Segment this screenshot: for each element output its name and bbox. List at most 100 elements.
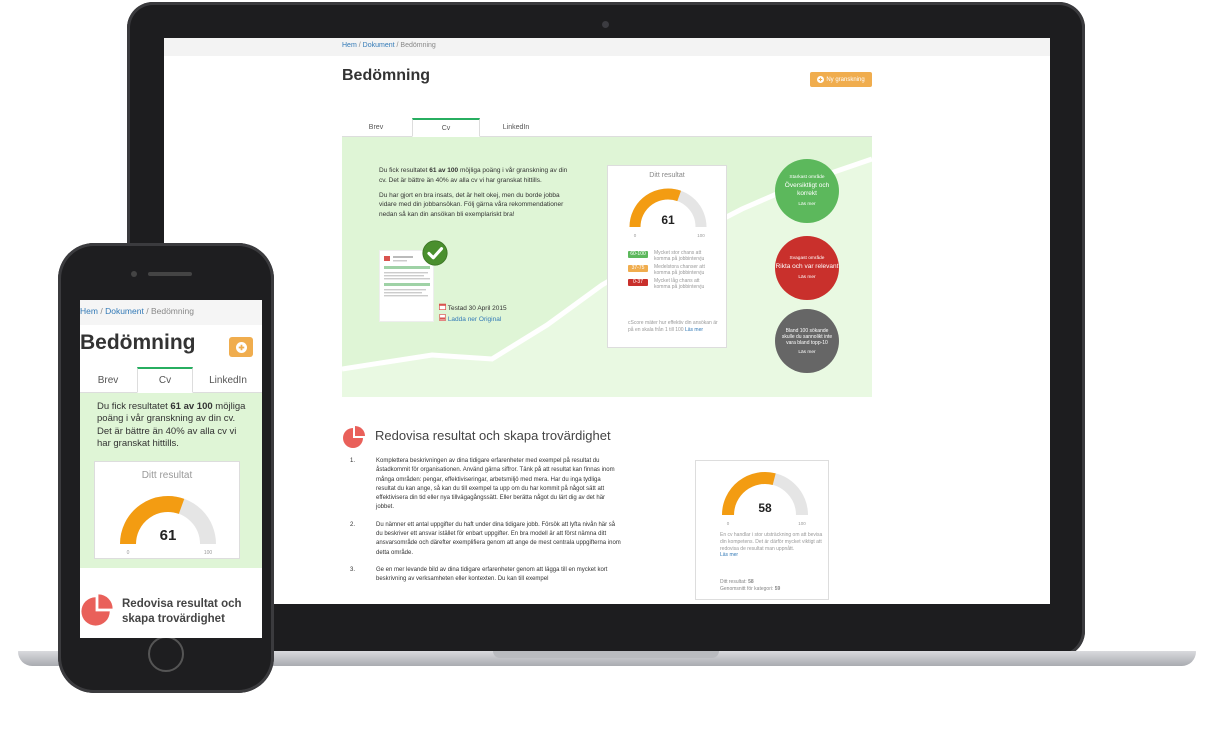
phone-screen: Hem / Dokument / Bedömning Bedömning Bre… [80,300,262,638]
legend-text-low: Mycket låg chans att komma på jobbinterv… [654,278,705,290]
tab-bar: Brev Cv LinkedIn [342,118,872,137]
weakest-area-value: Rikta och var relevant [775,263,839,271]
legend-row-high: 60-100 Mycket stor chans att komma på jo… [628,250,709,262]
pdf-icon [439,314,446,322]
pie-chart-icon [343,426,365,448]
plus-circle-icon [817,76,825,83]
cscore-read-more-link[interactable]: Läs mer [685,327,703,333]
section-title: Redovisa resultat och skapa trovärdighet [375,428,611,443]
section-gauge-max: 100 [798,521,806,526]
breadcrumb-home[interactable]: Hem [342,42,357,49]
breadcrumb-document[interactable]: Dokument [363,42,395,49]
section-score-summary: Ditt resultat: 58 Genomsnitt för kategor… [720,579,780,594]
average-score-label: Genomsnitt för kategori: [720,586,774,593]
intro-before: Du fick resultatet [379,167,428,174]
section-score-text: En cv handlar i stor utsträckning om att… [720,532,823,552]
ranking-text: Bland 100 sökande skulle du sannolikt in… [781,327,833,346]
tab-linkedin[interactable]: LinkedIn [482,118,550,137]
weakest-area-read-more[interactable]: Läs mer [798,275,815,280]
mobile-result-title: Ditt resultat [141,470,193,481]
average-score-row: Genomsnitt för kategori: 59 [720,586,780,593]
mobile-intro-score: 61 av 100 [170,401,213,412]
mobile-tab-brev[interactable]: Brev [80,367,136,393]
average-score-value: 59 [774,586,781,593]
cscore-footnote: cScore mäter hur effektiv din ansökan är… [628,320,718,333]
cscore-text: cScore mäter hur effektiv din ansökan är… [628,320,718,333]
section-score-card: 58 0 100 En cv handlar i stor utsträckni… [695,460,829,600]
list-item: 1. Komplettera beskrivningen av dina tid… [342,457,622,513]
mobile-breadcrumb-separator: / [146,306,149,316]
tab-brev[interactable]: Brev [342,118,410,137]
section-read-more-link[interactable]: Läs mer [720,552,738,558]
laptop-camera [602,21,609,28]
mobile-result-card: Ditt resultat 61 0 100 [94,461,240,559]
mobile-breadcrumb-document[interactable]: Dokument [105,306,144,316]
your-score-value: 58 [748,579,754,585]
mobile-breadcrumb-current: Bedömning [150,306,194,316]
strongest-area-label: Starkast område [789,175,825,181]
laptop-screen: Hem / Dokument / Bedömning Bedömning Ny … [164,38,1050,604]
legend-row-mid: 37-75 Medelstora chanser att komma på jo… [628,264,709,276]
mobile-tab-linkedin[interactable]: LinkedIn [194,367,262,393]
list-item-text: Du nämner ett antal uppgifter du haft un… [376,521,621,556]
ranking-read-more[interactable]: Läs mer [798,350,815,355]
document-meta: Testad 30 April 2015 Ladda ner Original [439,303,507,326]
list-item-text: Ge en mer levande bild av dina tidigare … [376,566,608,583]
section-score-description: En cv handlar i stor utsträckning om att… [720,532,824,559]
legend-badge-low: 0-37 [628,279,648,286]
list-item-text: Komplettera beskrivningen av dina tidiga… [376,458,615,511]
mobile-breadcrumb-home[interactable]: Hem [80,306,98,316]
plus-circle-icon [235,341,247,353]
list-item-number: 2. [350,521,356,528]
weakest-area-circle[interactable]: Svagast område Rikta och var relevant Lä… [775,236,839,300]
download-row: Ladda ner Original [439,314,507,325]
result-title: Ditt resultat [649,172,685,179]
list-item: 3. Ge en mer levande bild av dina tidiga… [342,566,622,585]
result-panel: Du fick resultatet 61 av 100 möjliga poä… [342,137,872,397]
mobile-breadcrumb-separator: / [100,306,103,316]
new-review-label: Ny granskning [826,76,865,83]
intro-paragraph-2: Du har gjort en bra insats, det är helt … [379,191,564,219]
phone-speaker [148,272,192,276]
section-score-gauge: 58 0 100 [722,472,808,526]
mobile-gauge-score: 61 [160,527,177,544]
mobile-result-panel: Du fick resultatet 61 av 100 möjliga poä… [80,393,262,568]
your-score-label: Ditt resultat: [720,579,747,585]
score-gauge: 61 0 100 [629,188,707,238]
gauge-score: 61 [661,213,675,227]
legend-badge-high: 60-100 [628,251,648,258]
legend-text-mid: Medelstora chanser att komma på jobbinte… [654,264,705,276]
breadcrumb-separator: / [358,42,361,49]
phone-camera [131,271,137,277]
mobile-tab-bar: Brev Cv LinkedIn [80,367,262,393]
mobile-section-title: Redovisa resultat och skapa trovärdighet [122,598,242,625]
mobile-gauge-min: 0 [127,550,130,556]
mobile-gauge-max: 100 [204,550,213,556]
tested-row: Testad 30 April 2015 [439,303,507,314]
download-original-link[interactable]: Ladda ner Original [448,316,501,323]
new-review-button[interactable]: Ny granskning [810,72,872,87]
intro-score: 61 av 100 [429,167,459,174]
legend-badge-mid: 37-75 [628,265,648,272]
breadcrumb-separator: / [396,42,399,49]
score-legend: 60-100 Mycket stor chans att komma på jo… [628,250,709,293]
gauge-min: 0 [634,233,637,238]
strongest-area-circle[interactable]: Starkast område Översiktligt och korrekt… [775,159,839,223]
strongest-area-read-more[interactable]: Läs mer [798,202,815,207]
legend-row-low: 0-37 Mycket låg chans att komma på jobbi… [628,278,709,290]
mobile-intro-text: Du fick resultatet 61 av 100 möjliga poä… [97,401,247,450]
calendar-icon [439,303,446,310]
list-item-number: 3. [350,566,356,573]
approved-check-icon [422,240,448,266]
intro-paragraph-1: Du fick resultatet 61 av 100 möjliga poä… [379,166,569,186]
result-card: Ditt resultat 61 0 100 60-100 Mycket sto… [607,165,727,348]
mobile-pie-chart-icon [81,594,113,626]
section-gauge-min: 0 [727,521,730,526]
ranking-circle[interactable]: Bland 100 sökande skulle du sannolikt in… [775,309,839,373]
mobile-new-review-button[interactable] [229,337,253,357]
tab-cv[interactable]: Cv [412,118,480,137]
mobile-tab-cv[interactable]: Cv [137,367,193,393]
phone-home-button[interactable] [148,636,184,672]
your-score-row: Ditt resultat: 58 [720,579,780,586]
breadcrumb-current: Bedömning [400,42,436,49]
